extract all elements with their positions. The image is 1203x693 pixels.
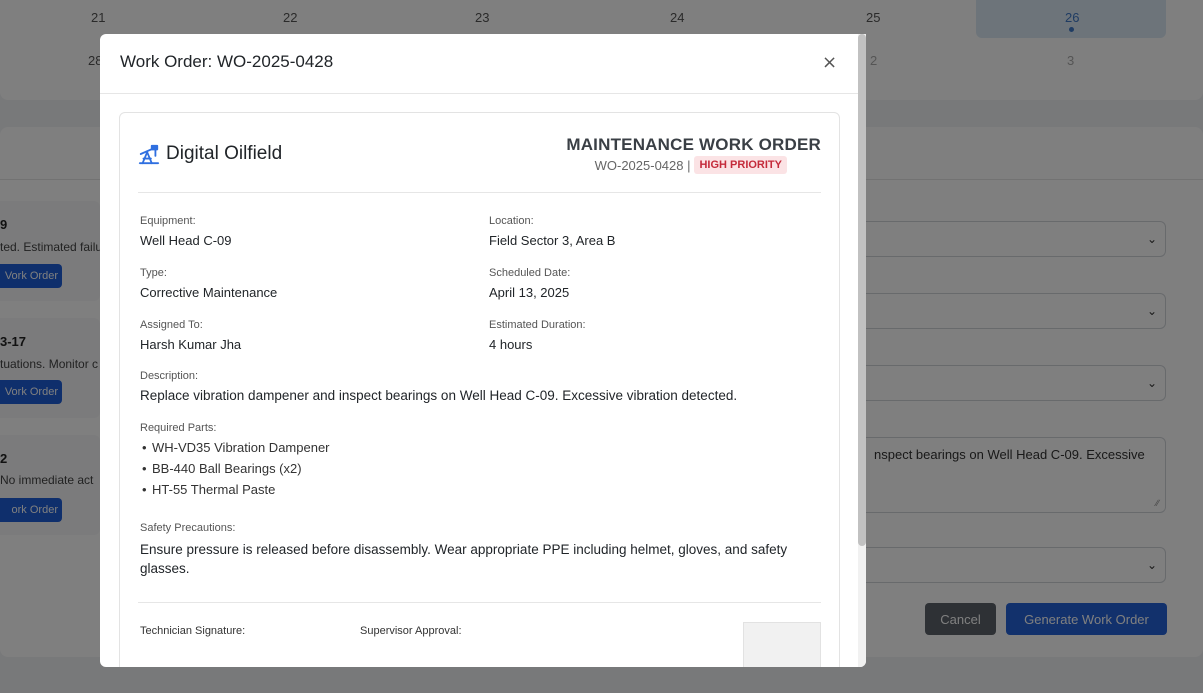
list-item: WH-VD35 Vibration Dampener: [140, 440, 330, 455]
location-label: Location:: [489, 215, 534, 227]
list-item: BB-440 Ball Bearings (x2): [140, 461, 330, 476]
technician-signature-label: Technician Signature:: [140, 625, 246, 637]
assigned-to-value: Harsh Kumar Jha: [140, 337, 242, 352]
type-value: Corrective Maintenance: [140, 285, 278, 300]
close-button[interactable]: ×: [822, 54, 837, 72]
scheduled-date-field: Scheduled Date: April 13, 2025: [489, 267, 570, 300]
scheduled-date-value: April 13, 2025: [489, 285, 570, 300]
duration-label: Estimated Duration:: [489, 319, 586, 331]
location-value: Field Sector 3, Area B: [489, 233, 616, 248]
safety-value: Ensure pressure is released before disas…: [140, 542, 788, 576]
equipment-value: Well Head C-09: [140, 233, 232, 248]
assigned-to-label: Assigned To:: [140, 319, 203, 331]
description-value: Replace vibration dampener and inspect b…: [140, 388, 738, 403]
modal-title: Work Order: WO-2025-0428: [120, 52, 334, 71]
supervisor-approval-label: Supervisor Approval:: [360, 625, 462, 637]
safety-label: Safety Precautions:: [140, 522, 236, 534]
work-order-modal: Work Order: WO-2025-0428 × Digital Oilfi…: [100, 34, 866, 667]
equipment-field: Equipment: Well Head C-09: [140, 215, 232, 248]
description-field: Description: Replace vibration dampener …: [140, 370, 737, 403]
parts-list: WH-VD35 Vibration Dampener BB-440 Ball B…: [140, 440, 330, 497]
scrollbar-thumb[interactable]: [858, 34, 866, 546]
brand-name: Digital Oilfield: [166, 143, 283, 164]
duration-field: Estimated Duration: 4 hours: [489, 319, 586, 352]
assigned-to-field: Assigned To: Harsh Kumar Jha: [140, 319, 241, 352]
priority-badge: HIGH PRIORITY: [694, 156, 787, 174]
signature-box: [743, 622, 821, 667]
signature-divider: [138, 602, 821, 603]
modal-scrollbar[interactable]: [858, 34, 866, 667]
duration-value: 4 hours: [489, 337, 533, 352]
work-order-number: WO-2025-0428 |: [594, 157, 691, 173]
document-divider: [138, 192, 821, 193]
oil-pump-icon: [138, 144, 160, 165]
work-order-meta: WO-2025-0428 | HIGH PRIORITY: [595, 156, 787, 174]
list-item: HT-55 Thermal Paste: [140, 482, 330, 497]
safety-field: Safety Precautions: Ensure pressure is r…: [140, 522, 800, 578]
required-parts-label: Required Parts:: [140, 422, 217, 434]
type-label: Type:: [140, 267, 167, 279]
description-label: Description:: [140, 370, 199, 382]
equipment-label: Equipment:: [140, 215, 196, 227]
work-order-document: Digital Oilfield MAINTENANCE WORK ORDER …: [119, 112, 840, 667]
required-parts-field: Required Parts: WH-VD35 Vibration Dampen…: [140, 422, 330, 503]
brand: Digital Oilfield: [138, 143, 282, 165]
type-field: Type: Corrective Maintenance: [140, 267, 277, 300]
document-heading: MAINTENANCE WORK ORDER: [566, 135, 821, 154]
location-field: Location: Field Sector 3, Area B: [489, 215, 615, 248]
modal-header: Work Order: WO-2025-0428 ×: [100, 34, 858, 94]
scheduled-date-label: Scheduled Date:: [489, 267, 571, 279]
